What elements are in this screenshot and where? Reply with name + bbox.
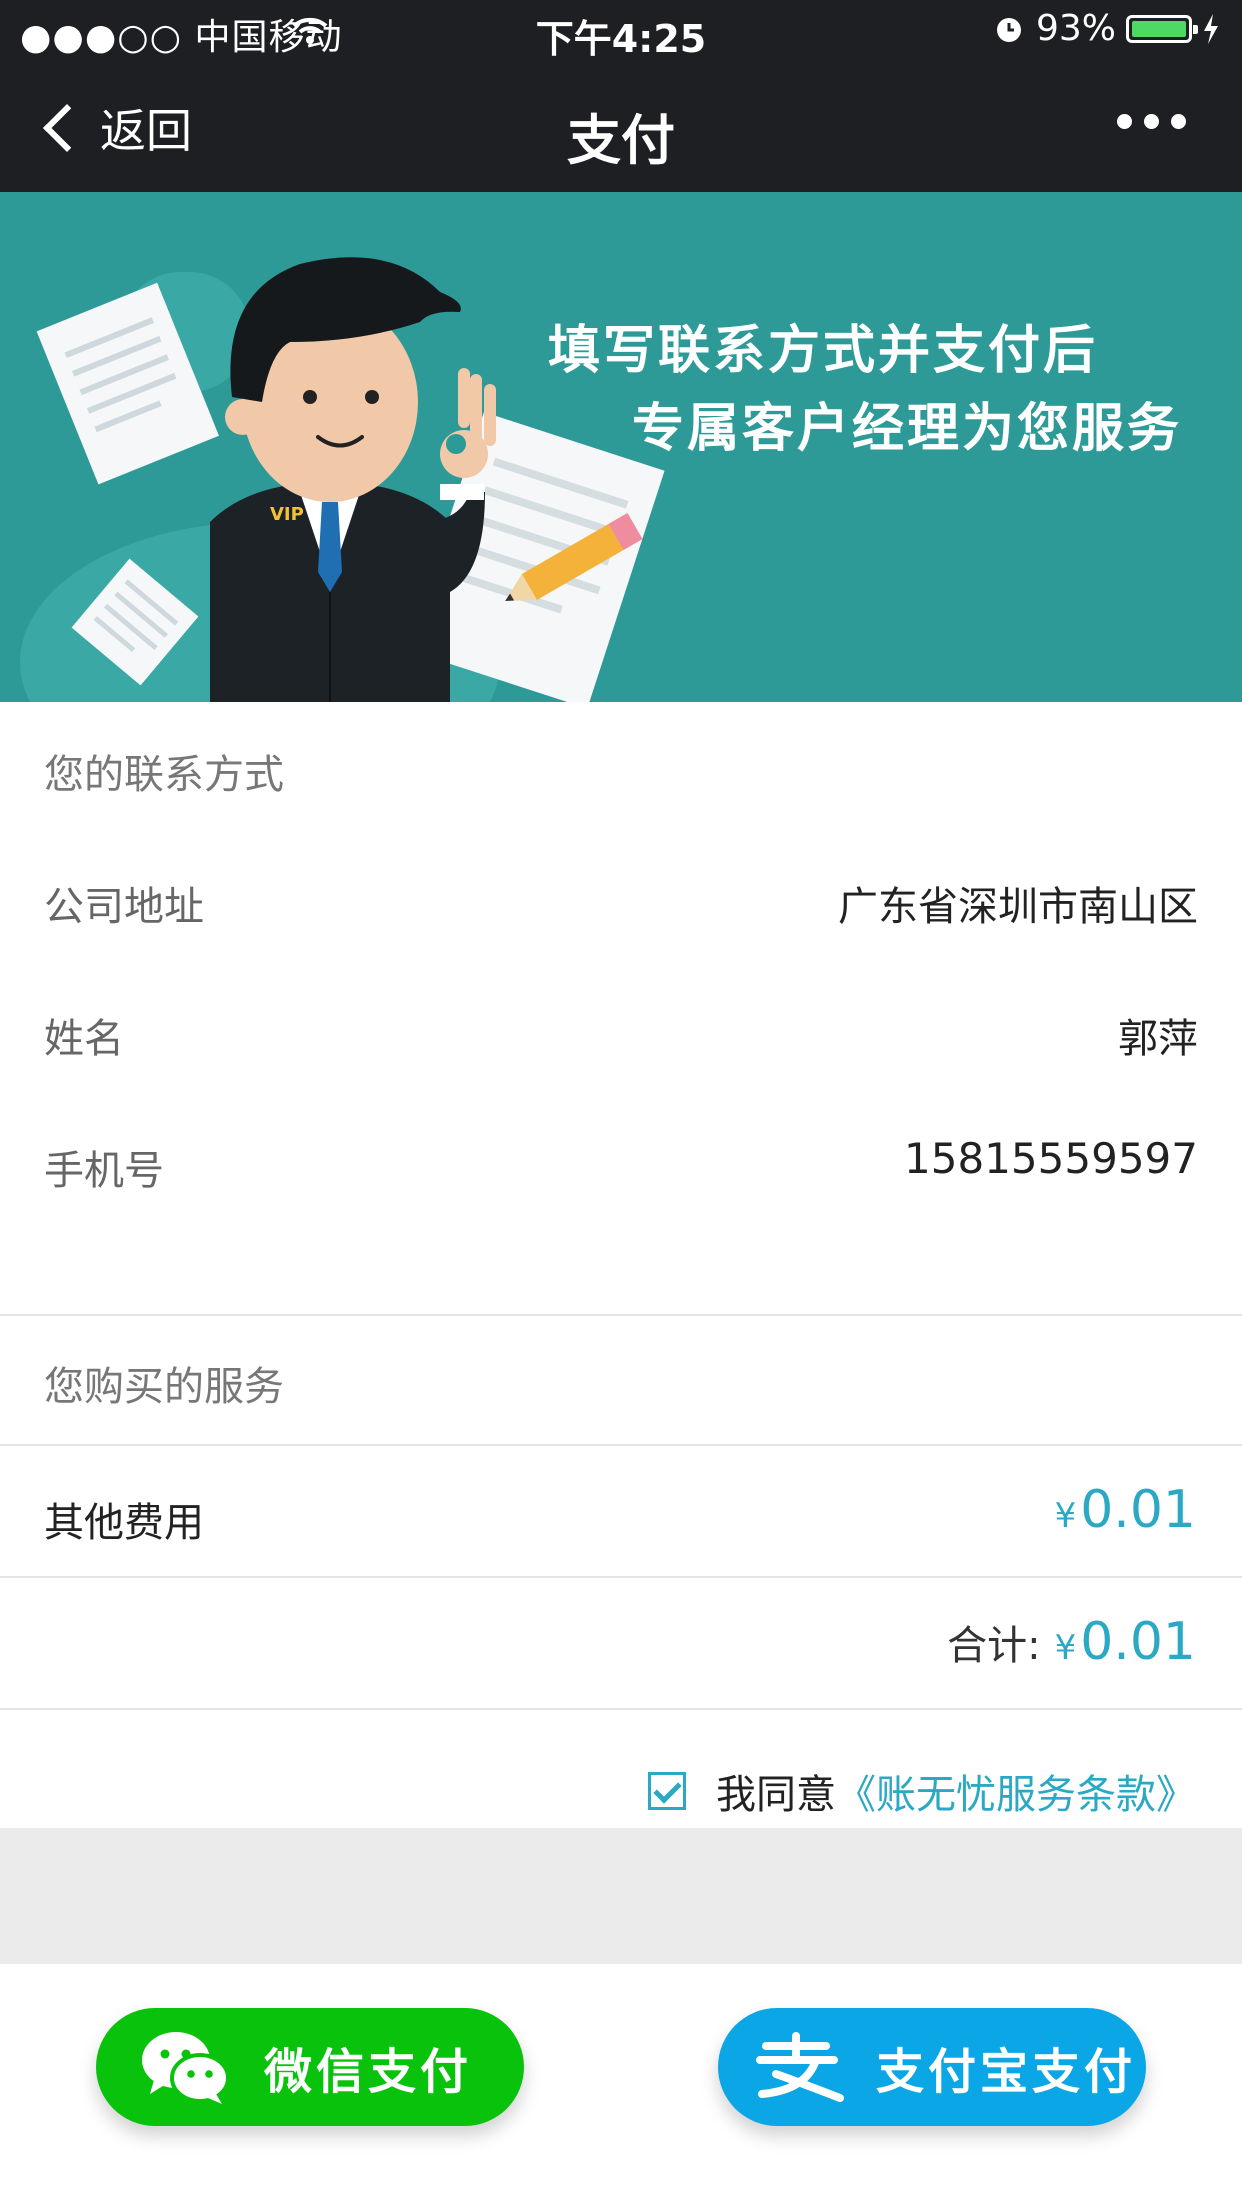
phone-value[interactable]: 15815559597 <box>904 1134 1198 1183</box>
battery-icon <box>1126 14 1198 43</box>
banner-line-2: 专属客户经理为您服务 <box>631 399 1182 459</box>
total-row: 合计: ¥0.01 <box>947 1612 1196 1672</box>
battery-percent: 93% <box>1035 8 1116 49</box>
spacer-band <box>0 1828 1242 1964</box>
alipay-pay-button[interactable]: 支付宝支付 <box>718 2008 1146 2126</box>
agreement-row: 我同意 《账无忧服务条款》 <box>648 1762 1196 1820</box>
status-bar: ●●●○○ 中国移动 下午4:25 93% <box>0 0 1242 64</box>
more-dot-icon <box>1117 114 1132 129</box>
status-right: 93% <box>992 8 1220 49</box>
name-value[interactable]: 郭萍 <box>1118 1006 1198 1064</box>
total-price: ¥0.01 <box>1055 1612 1196 1672</box>
terms-link[interactable]: 《账无忧服务条款》 <box>836 1762 1196 1820</box>
page-title: 支付 <box>567 109 675 172</box>
address-label: 公司地址 <box>44 884 204 930</box>
wechat-icon <box>142 2032 230 2104</box>
banner: VIP 填写联系方式并支付后 专属客户经理为您服务 <box>0 192 1242 702</box>
navigation-bar: 返回 支付 <box>0 64 1242 192</box>
name-label: 姓名 <box>44 1016 124 1062</box>
divider <box>0 1314 1242 1316</box>
service-section-title: 您购买的服务 <box>44 1364 284 1410</box>
currency-symbol: ¥ <box>1054 1628 1077 1668</box>
contact-section-title: 您的联系方式 <box>44 752 284 798</box>
alipay-pay-label: 支付宝支付 <box>876 2044 1137 2100</box>
currency-symbol: ¥ <box>1054 1496 1077 1536</box>
service-item-label: 其他费用 <box>44 1500 204 1546</box>
banner-line-1: 填写联系方式并支付后 <box>547 321 1098 381</box>
item-price-value: 0.01 <box>1080 1480 1196 1540</box>
top-bar: ●●●○○ 中国移动 下午4:25 93% 返回 支付 <box>0 0 1242 192</box>
wechat-pay-label: 微信支付 <box>264 2044 473 2100</box>
address-value[interactable]: 广东省深圳市南山区 <box>838 874 1198 932</box>
agree-text: 我同意 <box>716 1772 836 1818</box>
agree-checkbox[interactable] <box>648 1772 686 1810</box>
more-button[interactable] <box>1117 114 1186 129</box>
phone-label: 手机号 <box>44 1148 164 1194</box>
divider <box>0 1708 1242 1710</box>
divider <box>0 1444 1242 1446</box>
wechat-pay-button[interactable]: 微信支付 <box>96 2008 524 2126</box>
total-price-value: 0.01 <box>1080 1612 1196 1672</box>
more-dot-icon <box>1171 114 1186 129</box>
banner-headline: 填写联系方式并支付后 专属客户经理为您服务 <box>548 312 1182 468</box>
alarm-icon <box>996 17 1021 42</box>
more-dot-icon <box>1144 114 1159 129</box>
alipay-icon <box>756 2032 844 2102</box>
divider <box>0 1576 1242 1578</box>
vip-badge: VIP <box>270 504 304 525</box>
charging-icon <box>1204 13 1218 44</box>
total-label: 合计: <box>947 1623 1041 1669</box>
service-item-price: ¥0.01 <box>1055 1480 1196 1540</box>
